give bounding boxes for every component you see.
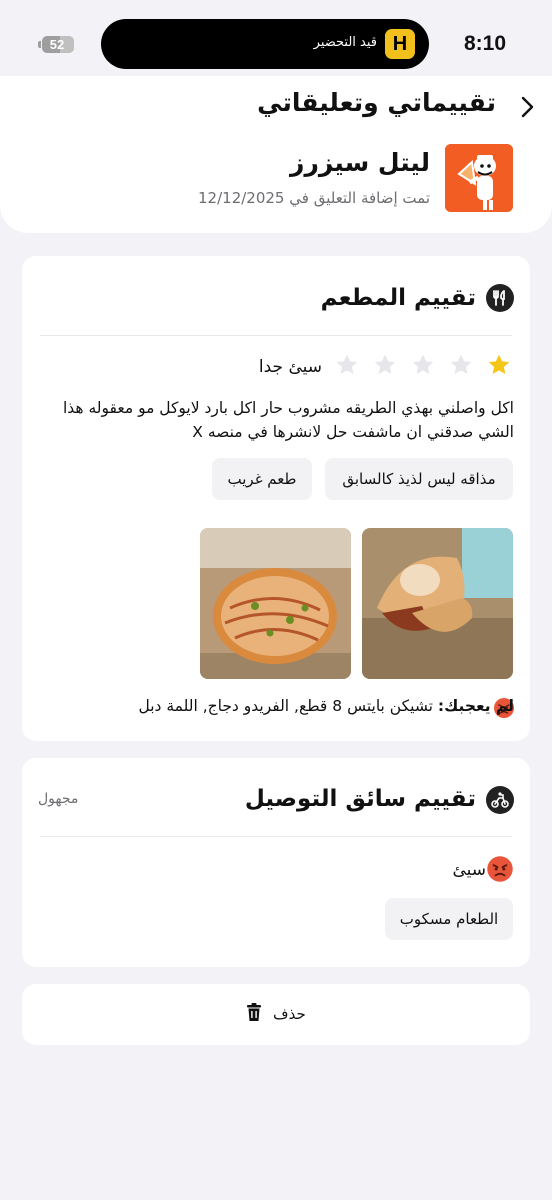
review-comment: اكل واصلني بهذي الطريقه مشروب حار اكل با… — [62, 399, 514, 441]
battery-icon: 52 — [38, 36, 74, 53]
star-empty-icon — [336, 354, 358, 374]
live-activity-pill[interactable]: H قيد التحضير — [101, 19, 429, 69]
review-photo[interactable] — [362, 528, 513, 679]
review-photo[interactable] — [200, 528, 351, 679]
star-empty-icon — [450, 354, 472, 374]
comment-date: تمت إضافة التعليق في 12/12/2025 — [198, 189, 430, 207]
star-empty-icon — [374, 354, 396, 374]
battery-level: 52 — [49, 37, 65, 52]
driver-review-tag: الطعام مسكوب — [385, 898, 513, 940]
restaurant-rating-label: سيئ جدا — [258, 357, 322, 377]
driver-rating-label: سيئ — [452, 860, 486, 880]
review-tag: مذاقه ليس لذيذ كالسابق — [325, 458, 513, 500]
status-bar: 52 H قيد التحضير 8:10 — [0, 0, 552, 88]
trash-icon — [247, 1003, 262, 1021]
review-tag: طعم غريب — [212, 458, 312, 500]
delete-label: حذف — [273, 1005, 306, 1023]
restaurant-logo — [445, 144, 513, 212]
divider — [40, 836, 512, 837]
hungerstation-logo-icon: H — [385, 29, 415, 59]
disliked-items-text: تشيكن بايتس 8 قطع, الفريدو دجاج, اللمة د… — [138, 697, 433, 715]
fork-knife-icon — [486, 284, 514, 312]
anonymous-label: مجهول — [38, 791, 79, 807]
delete-button-row[interactable]: حذف — [0, 1003, 552, 1023]
driver-review-title: تقييم سائق التوصيل — [244, 786, 476, 812]
angry-face-icon — [487, 856, 513, 882]
restaurant-name: ليتل سيزرز — [290, 148, 430, 177]
star-empty-icon — [412, 354, 434, 374]
delivery-scooter-icon — [486, 786, 514, 814]
star-filled-icon — [488, 354, 510, 374]
disliked-items: لم يعجبك: تشيكن بايتس 8 قطع, الفريدو دجا… — [138, 697, 514, 715]
clock: 8:10 — [464, 32, 507, 55]
page-title: تقييماتي وتعليقاتي — [257, 88, 496, 117]
order-status-text: قيد التحضير — [313, 35, 377, 50]
divider — [40, 335, 512, 336]
restaurant-review-title: تقييم المطعم — [320, 285, 476, 311]
back-chevron-icon[interactable] — [517, 95, 537, 119]
disliked-label: لم يعجبك: — [437, 697, 514, 715]
